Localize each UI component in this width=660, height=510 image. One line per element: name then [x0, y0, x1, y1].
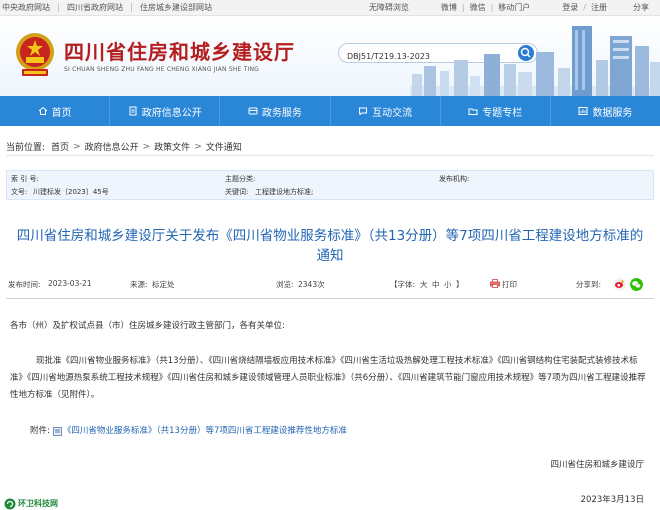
signature: 四川省住房和城乡建设厅 [550, 460, 644, 470]
attachment-link[interactable]: 《四川省物业服务标准》（共13分册）等7项四川省工程建设推荐性地方标准 [63, 423, 347, 440]
breadcrumb-policy[interactable]: 政策文件 [154, 140, 190, 153]
font-size-small[interactable]: 小 [444, 279, 452, 290]
weibo-share-icon[interactable] [613, 278, 626, 291]
nav-home-label: 首页 [51, 107, 72, 119]
font-size-large[interactable]: 大 [420, 279, 428, 290]
nav-topics[interactable]: 专题专栏 [441, 96, 551, 126]
wechat-share-icon[interactable] [630, 278, 643, 291]
article-title: 四川省住房和城乡建设厅关于发布《四川省物业服务标准》（共13分册）等7项四川省工… [16, 228, 644, 264]
font-size-medium[interactable]: 中 [432, 279, 440, 290]
org-label: 发布机构: [439, 175, 470, 183]
font-size-label: 【字体: [390, 280, 416, 289]
date-label: 发布时间: [8, 280, 41, 289]
breadcrumb-label: 当前位置: [6, 143, 46, 153]
top-right-links: 无障碍浏览 微博 | 微信 | 移动门户 登录 / 注册 分享 [364, 3, 654, 12]
index-label: 索 引 号: [11, 175, 39, 183]
attachment-file-icon [52, 427, 62, 436]
weibo-link[interactable]: 微博 [436, 3, 462, 12]
nav-data[interactable]: 数据服务 [551, 96, 660, 126]
ministry-link[interactable]: 住房城乡建设部网站 [132, 3, 220, 12]
data-icon [578, 107, 588, 115]
central-gov-link[interactable]: 中央政府网站 [2, 3, 59, 12]
sign-date: 2023年3月13日 [580, 495, 644, 505]
chat-icon [359, 107, 368, 116]
source-label: 来源: [130, 280, 148, 289]
main-navigation: 首页 政府信息公开 政务服务 互动交流 专题专栏 数据服务 [0, 96, 660, 126]
print-icon [490, 279, 500, 288]
nav-home[interactable]: 首页 [0, 96, 111, 126]
nav-topics-label: 专题专栏 [482, 107, 523, 119]
service-icon [248, 107, 258, 115]
info-divider [6, 298, 654, 299]
gov-links: 中央政府网站 四川省政府网站 住房城乡建设部网站 [2, 3, 220, 12]
keywords-label: 关键词: [225, 188, 249, 196]
nav-gov-info-label: 政府信息公开 [141, 107, 202, 119]
print-link[interactable]: 打印 [502, 279, 517, 290]
share-link[interactable]: 分享 [628, 3, 654, 12]
sichuan-gov-link[interactable]: 四川省政府网站 [59, 3, 132, 12]
site-title: 四川省住房和城乡建设厅 [64, 40, 295, 64]
views-value: 2343次 [298, 280, 325, 289]
breadcrumb-separator: > [73, 141, 81, 152]
watermark-text: 环卫科技网 [18, 499, 58, 508]
attachment-label: 附件: [30, 426, 50, 436]
top-utility-bar: 中央政府网站 四川省政府网站 住房城乡建设部网站 无障碍浏览 微博 | 微信 |… [0, 0, 660, 16]
docno-value: 川建标发〔2023〕45号 [33, 188, 109, 196]
site-pinyin: SI CHUAN SHENG ZHU FANG HE CHENG XIANG J… [64, 66, 260, 73]
font-size-close: 】 [456, 280, 464, 289]
wechat-link[interactable]: 微信 [465, 3, 491, 12]
login-link[interactable]: 登录 [557, 3, 583, 12]
breadcrumb-home[interactable]: 首页 [51, 140, 69, 153]
nav-services[interactable]: 政务服务 [220, 96, 331, 126]
nav-gov-info[interactable]: 政府信息公开 [110, 96, 221, 126]
nav-data-label: 数据服务 [592, 107, 633, 119]
breadcrumb-separator: > [142, 141, 151, 152]
folder-icon [468, 108, 478, 115]
watermark-logo: 环卫科技网 [4, 497, 58, 510]
breadcrumb: 当前位置: 首页 > 政府信息公开 > 政策文件 > 文件通知 [6, 138, 654, 156]
body-paragraph: 现批准《四川省物业服务标准》（共13分册）、《四川省烧结隔墙板应用技术标准》《四… [10, 356, 646, 400]
keywords-value: 工程建设地方标准; [255, 188, 314, 196]
views-label: 浏览: [276, 280, 294, 289]
salutation: 各市（州）及扩权试点县（市）住房城乡建设行政主管部门，各有关单位: [10, 321, 285, 331]
nav-interaction[interactable]: 互动交流 [331, 96, 441, 126]
article-info-bar: 发布时间: 2023-03-21 来源: 标定处 浏览: 2343次 【字体: … [6, 276, 654, 294]
breadcrumb-notices[interactable]: 文件通知 [206, 140, 242, 153]
skyline-illustration [410, 26, 660, 96]
document-icon [129, 106, 137, 116]
share-to-label: 分享到: [576, 280, 602, 289]
national-emblem-icon [16, 33, 54, 76]
topic-label: 主题分类: [225, 175, 256, 183]
home-icon [38, 106, 47, 115]
site-header: 四川省住房和城乡建设厅 SI CHUAN SHENG ZHU FANG HE C… [0, 16, 660, 96]
breadcrumb-separator: > [194, 141, 202, 152]
source-value: 标定处 [152, 280, 175, 289]
document-meta-box: 索 引 号: 主题分类: 发布机构: 文号: 川建标发〔2023〕45号 关键词… [6, 170, 654, 200]
mobile-portal-link[interactable]: 移动门户 [493, 3, 535, 12]
recycle-logo-icon [4, 498, 16, 509]
docno-label: 文号: [11, 188, 28, 196]
nav-services-label: 政务服务 [261, 107, 302, 119]
date-value: 2023-03-21 [48, 279, 92, 288]
attachment-row: 附件: 《四川省物业服务标准》（共13分册）等7项四川省工程建设推荐性地方标准 [10, 423, 650, 440]
breadcrumb-gov-info[interactable]: 政府信息公开 [85, 140, 139, 153]
accessibility-link[interactable]: 无障碍浏览 [364, 3, 414, 12]
nav-interaction-label: 互动交流 [372, 107, 413, 119]
register-link[interactable]: 注册 [586, 3, 612, 12]
